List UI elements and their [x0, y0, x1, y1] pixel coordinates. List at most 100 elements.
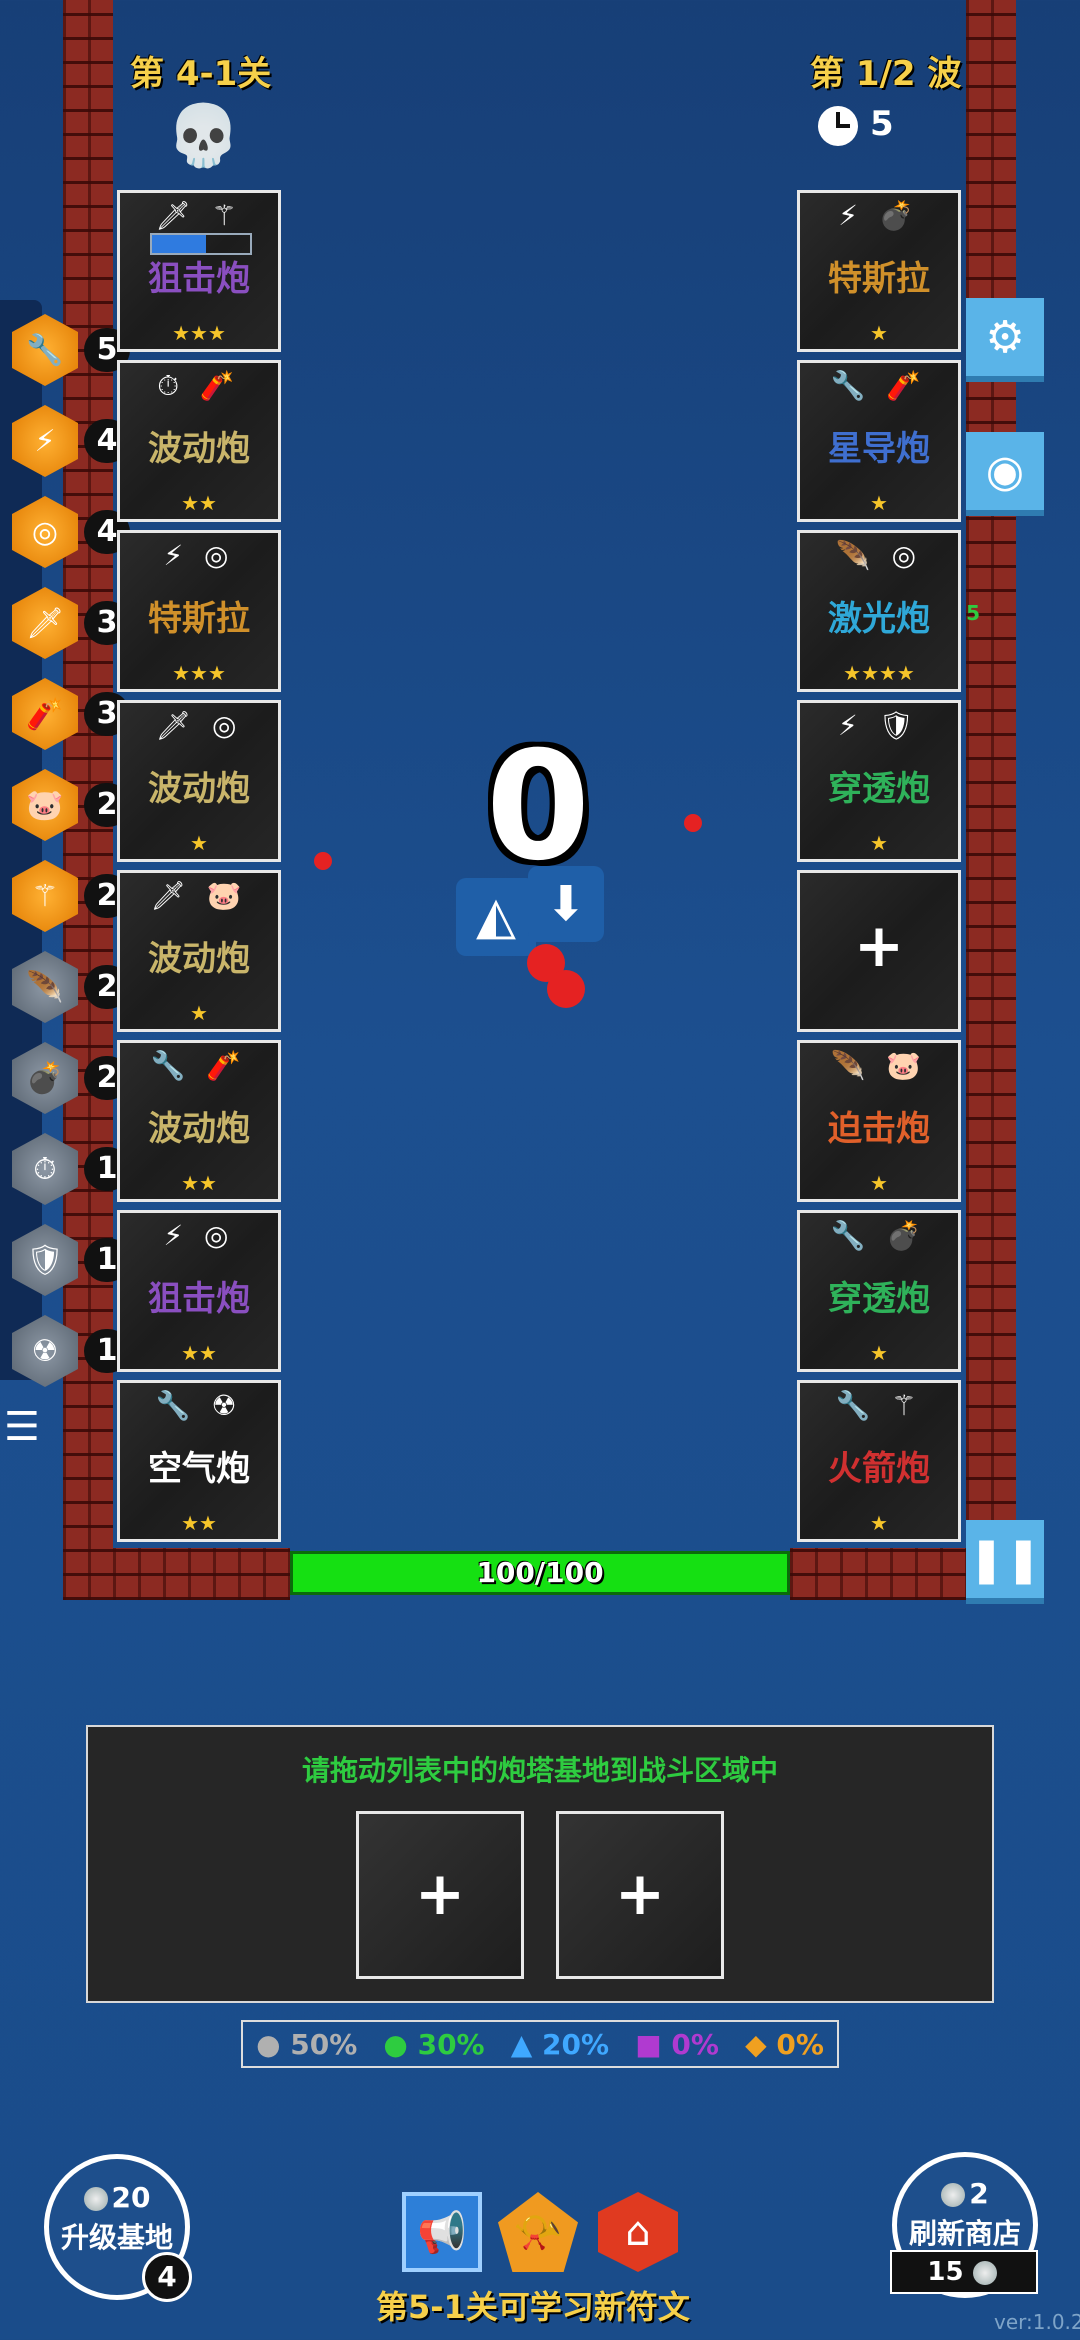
tower-rune-icons: 🗡 🐷	[150, 879, 248, 912]
right-tower-slot[interactable]: +	[797, 870, 961, 1032]
settings-button[interactable]: ⚙	[966, 298, 1044, 382]
list-menu-icon[interactable]: ☰	[4, 1404, 48, 1450]
base-tower-icon: ◭	[456, 878, 536, 956]
tower-name: 火箭炮	[828, 1449, 930, 1489]
rune-icon: ☢	[12, 1315, 78, 1387]
tower-name: 激光炮	[828, 599, 930, 639]
rune-icon: 🐷	[12, 769, 78, 841]
gear-icon: ⚙	[985, 311, 1025, 363]
upgrade-label: 升级基地	[60, 2221, 173, 2254]
rune-item[interactable]: ☢ 1	[12, 1315, 130, 1387]
tower-rune-icons: 🔧 💣	[830, 1219, 928, 1252]
tower-name: 穿透炮	[828, 1279, 930, 1319]
announcement-button[interactable]: 📢	[402, 2192, 482, 2272]
tower-name: 星导炮	[828, 429, 930, 469]
right-tower-slot[interactable]: 🪶 🐷 迫击炮 ★	[797, 1040, 961, 1202]
tower-stars: ★	[870, 321, 888, 345]
enemy-dot	[314, 852, 332, 870]
rune-icon: 🗡	[12, 587, 78, 659]
rune-item[interactable]: 🗡 3	[12, 587, 130, 659]
rarity-odds: ● 50% ● 30% ▲ 20% ■ 0% ◆ 0%	[241, 2020, 839, 2068]
tower-rune-icons: ⚡ 🛡	[837, 709, 921, 742]
rune-shop-button[interactable]: 📯	[498, 2192, 578, 2272]
tower-stars: ★★	[181, 1171, 217, 1195]
rarity-odds-item: ▲ 20%	[510, 2027, 610, 2061]
tower-name: 空气炮	[148, 1449, 250, 1489]
right-tower-slot[interactable]: 🔧 ⚚ 火箭炮 ★	[797, 1380, 961, 1542]
rune-item[interactable]: ⚡ 4	[12, 405, 130, 477]
rune-item[interactable]: 🐷 2	[12, 769, 130, 841]
rune-item[interactable]: 🪶 2	[12, 951, 130, 1023]
enemy-dot	[684, 814, 702, 832]
version-label: ver:1.0.2	[994, 2310, 1080, 2334]
drop-icon: ⬇	[528, 866, 604, 942]
coin-icon	[83, 2187, 108, 2211]
left-tower-slot[interactable]: ⏱ 🧨 波动炮 ★★	[117, 360, 281, 522]
left-tower-slot[interactable]: 🔧 🧨 波动炮 ★★	[117, 1040, 281, 1202]
rune-icon: 💣	[12, 1042, 78, 1114]
tower-rune-icons: ⚡ 💣	[838, 199, 920, 232]
brick-floor-left	[63, 1548, 290, 1600]
rune-icon: 🧨	[12, 678, 78, 750]
right-tower-slot[interactable]: 🪶 ◎ 激光炮 ★★★★ 5	[797, 530, 980, 692]
tower-name: 特斯拉	[148, 599, 250, 639]
home-button[interactable]: ⌂	[598, 2192, 678, 2272]
left-tower-slot[interactable]: ⚡ ◎ 狙击炮 ★★	[117, 1210, 281, 1372]
tower-stars: ★	[870, 1511, 888, 1535]
pause-button[interactable]: ❚❚	[966, 1520, 1044, 1604]
left-tower-column: 🗡 ⚚ 狙击炮 ★★★ ⏱ 🧨 波动炮 ★★ ⚡ ◎ 特斯拉 ★★★ 🗡 ◎ 波动炮 ★ 🗡 🐷 波动炮 ★…	[117, 190, 287, 1550]
tower-stars: ★★★	[172, 321, 226, 345]
tower-rune-icons: 🔧 ⚚	[835, 1389, 923, 1422]
left-tower-slot[interactable]: 🗡 ⚚ 狙击炮 ★★★	[117, 190, 281, 352]
add-tower-icon: +	[853, 911, 905, 981]
next-rune-hint: 第5-1关可学习新符文	[376, 2288, 690, 2326]
tower-rune-icons: 🪶 ◎	[835, 539, 923, 572]
shop-slot-2[interactable]: +	[556, 1811, 724, 1979]
pause-icon: ❚❚	[968, 1533, 1042, 1585]
rune-icon: 🔧	[12, 314, 78, 386]
left-tower-slot[interactable]: 🔧 ☢ 空气炮 ★★	[117, 1380, 281, 1542]
tower-rune-icons: ⏱ 🧨	[157, 369, 241, 402]
tower-stars: ★★★★	[843, 661, 915, 685]
rune-item[interactable]: 🔧 5	[12, 314, 130, 386]
tower-stars: ★★	[181, 491, 217, 515]
rarity-odds-item: ■ 0%	[635, 2027, 719, 2061]
tower-name: 狙击炮	[148, 1279, 250, 1319]
rune-item[interactable]: 🛡 1	[12, 1224, 130, 1296]
tower-name: 波动炮	[148, 769, 250, 809]
tower-name: 波动炮	[148, 429, 250, 469]
rune-item[interactable]: 🧨 3	[12, 678, 130, 750]
left-tower-slot[interactable]: 🗡 ◎ 波动炮 ★	[117, 700, 281, 862]
rune-item[interactable]: ⏱ 1	[12, 1133, 130, 1205]
right-tower-slot[interactable]: ⚡ 💣 特斯拉 ★	[797, 190, 961, 352]
clock-icon	[818, 106, 858, 146]
right-tower-slot[interactable]: 🔧 💣 穿透炮 ★	[797, 1210, 961, 1372]
tower-stars: ★	[190, 831, 208, 855]
rune-icon: ⚡	[12, 405, 78, 477]
tower-level: 5	[966, 601, 980, 625]
rune-item[interactable]: 💣 2	[12, 1042, 130, 1114]
rune-icon: ◎	[12, 496, 78, 568]
shop-slot-1[interactable]: +	[356, 1811, 524, 1979]
tower-rune-icons: 🔧 ☢	[155, 1389, 243, 1422]
left-tower-slot[interactable]: ⚡ ◎ 特斯拉 ★★★	[117, 530, 281, 692]
right-tower-slot[interactable]: ⚡ 🛡 穿透炮 ★	[797, 700, 961, 862]
enemy-dot	[547, 970, 585, 1008]
tower-name: 波动炮	[148, 1109, 250, 1149]
tower-name: 穿透炮	[828, 769, 930, 809]
right-tower-slot[interactable]: 🔧 🧨 星导炮 ★	[797, 360, 961, 522]
left-tower-slot[interactable]: 🗡 🐷 波动炮 ★	[117, 870, 281, 1032]
base-level-badge: 4	[142, 2252, 192, 2302]
rarity-odds-item: ◆ 0%	[745, 2027, 824, 2061]
tower-stars: ★★	[181, 1511, 217, 1535]
tower-stars: ★	[870, 491, 888, 515]
coin-icon	[972, 2260, 997, 2285]
tower-name: 特斯拉	[828, 259, 930, 299]
coin-icon	[941, 2183, 966, 2207]
rune-item[interactable]: ◎ 4	[12, 496, 130, 568]
rune-item[interactable]: ⚚ 2	[12, 860, 130, 932]
hide-view-button[interactable]: ◉	[966, 432, 1044, 516]
tower-name: 迫击炮	[828, 1109, 930, 1149]
tower-rune-icons: ⚡ ◎	[163, 1219, 235, 1252]
refresh-label: 刷新商店	[908, 2217, 1021, 2250]
